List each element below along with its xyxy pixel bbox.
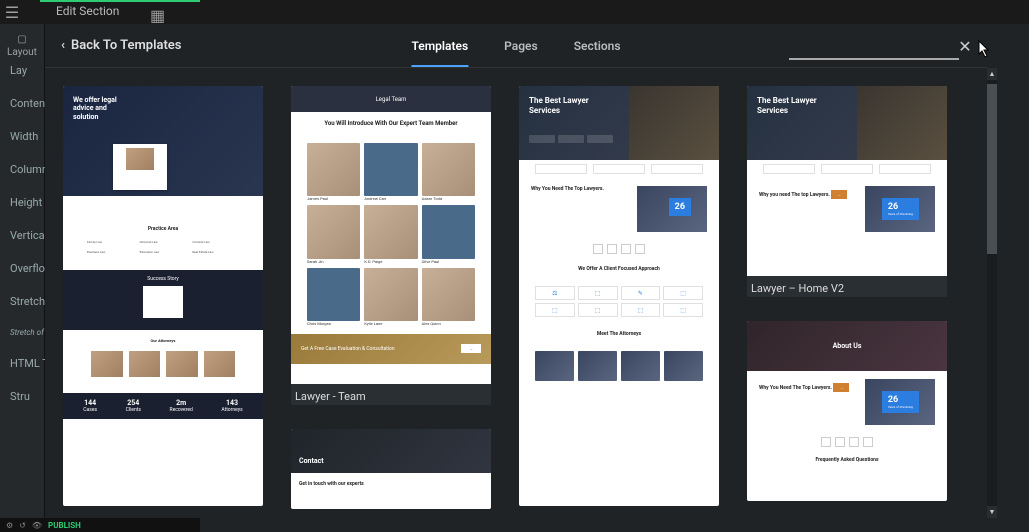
icon-grid: ⚖⬚✎⬚ ⬚⬚⬚⬚ — [519, 280, 719, 323]
stats-row: 144Cases 254Clients 2mRecovered 143Attor… — [63, 393, 263, 419]
panel-options: Lay Conten Width Column Height Vertica O… — [0, 54, 45, 413]
template-card-contact[interactable]: Contact Get in touch with our experts — [291, 429, 491, 509]
template-thumbnail: The Best Lawyer Services Why You Need Th… — [519, 86, 719, 506]
cta-button: → — [833, 383, 849, 392]
feature-card — [113, 144, 167, 190]
tab-templates[interactable]: Templates — [411, 25, 468, 67]
template-gallery[interactable]: We offer legal advice and solution Pract… — [45, 68, 987, 518]
scrollbar[interactable]: ▲ ▼ — [987, 68, 997, 518]
publish-button[interactable]: PUBLISH — [48, 521, 81, 530]
years-badge: 26Years of Practicing — [882, 391, 919, 413]
team-grid: James Paul Andrew Carr Adam Todd Sarah J… — [291, 135, 491, 334]
modal-tabs: Templates Pages Sections — [411, 25, 620, 67]
tab-sections[interactable]: Sections — [574, 25, 621, 67]
service-item: Personal Law — [140, 240, 187, 244]
panel-item[interactable]: Width — [0, 120, 45, 153]
template-label: Lawyer - Team — [291, 384, 491, 405]
panel-item[interactable]: Stru — [0, 380, 45, 413]
template-card-team[interactable]: Legal Team You Will Introduce With Our E… — [291, 86, 491, 405]
tab-pages[interactable]: Pages — [504, 25, 538, 67]
section-title: Success Story — [69, 276, 257, 282]
gallery-column: The Best Lawyer Services Why You Need Th… — [519, 86, 719, 506]
template-thumbnail: We offer legal advice and solution Pract… — [63, 86, 263, 506]
hero-title: The Best Lawyer Services — [757, 96, 837, 115]
why-block: Why You Need The Top Lawyers. → 26Years … — [747, 371, 947, 433]
service-item: Business Law — [87, 250, 134, 254]
scroll-up-icon[interactable]: ▲ — [987, 68, 997, 80]
panel-item[interactable]: Height — [0, 186, 45, 219]
bottom-bar: ⚙ ↺ 👁 PUBLISH — [0, 518, 200, 532]
eye-icon[interactable]: 👁 — [32, 521, 42, 530]
grid-icon[interactable]: ▦ — [150, 6, 165, 25]
sub-text: Get in touch with our experts — [291, 473, 491, 495]
faq-title: Frequently Asked Questions — [747, 451, 947, 469]
service-item: Criminal Law — [192, 240, 239, 244]
hamburger-icon[interactable]: ☰ — [0, 0, 24, 24]
gallery-column: The Best Lawyer Services Why you need Th… — [747, 86, 947, 501]
hero-title: Legal Team — [291, 86, 491, 112]
panel-item[interactable]: Column — [0, 153, 45, 186]
modal-header: ‹ Back To Templates Templates Pages Sect… — [45, 24, 987, 68]
service-item: Education Law — [140, 250, 187, 254]
template-thumbnail: The Best Lawyer Services Why you need Th… — [747, 86, 947, 276]
hero-title: Contact — [291, 429, 491, 473]
scroll-down-icon[interactable]: ▼ — [987, 506, 997, 518]
back-button[interactable]: ‹ Back To Templates — [45, 38, 198, 53]
panel-item[interactable]: Vertica — [0, 219, 45, 252]
gallery-column: We offer legal advice and solution Pract… — [63, 86, 263, 506]
years-badge: 26Years of Practicing — [882, 198, 919, 220]
gallery-column: Legal Team You Will Introduce With Our E… — [291, 86, 491, 509]
panel-item[interactable]: Conten — [0, 87, 45, 120]
intro-text: You Will Introduce With Our Expert Team … — [291, 112, 491, 135]
years-badge: 26 — [669, 198, 691, 216]
scrollbar-thumb[interactable] — [987, 84, 997, 254]
template-card-home-v2[interactable]: The Best Lawyer Services Why you need Th… — [747, 86, 947, 297]
hero-title: About Us — [747, 321, 947, 371]
close-icon: ✕ — [958, 37, 971, 56]
close-button[interactable]: ✕ — [953, 34, 977, 58]
panel-item[interactable]: HTML T — [0, 347, 45, 380]
template-thumbnail: About Us Why You Need The Top Lawyers. →… — [747, 321, 947, 501]
search-input[interactable] — [789, 58, 959, 60]
hero-title: The Best Lawyer Services — [529, 96, 609, 115]
panel-item[interactable]: Stretch — [0, 285, 45, 318]
template-card-home[interactable]: The Best Lawyer Services Why You Need Th… — [519, 86, 719, 506]
why-block: Why You Need The Top Lawyers. 26 — [519, 178, 719, 240]
history-icon[interactable]: ↺ — [19, 521, 26, 530]
template-label: Lawyer – Home V2 — [747, 276, 947, 297]
team-row — [519, 345, 719, 389]
app-top-bar: ☰ Edit Section ▦ — [0, 0, 1029, 24]
settings-icon[interactable]: ⚙ — [6, 521, 13, 530]
progress-bar — [40, 0, 200, 2]
template-card-about[interactable]: About Us Why You Need The Top Lawyers. →… — [747, 321, 947, 501]
panel-item[interactable]: Lay — [0, 54, 45, 87]
hero-title: We offer legal advice and solution — [73, 96, 133, 121]
back-label: Back To Templates — [71, 38, 181, 53]
service-item: Family Law — [87, 240, 134, 244]
panel-title: Edit Section — [56, 4, 119, 18]
section-title: Meet The Attorneys — [519, 323, 719, 345]
template-thumbnail: Contact Get in touch with our experts — [291, 429, 491, 509]
panel-item: Stretch of the p — [0, 318, 45, 347]
chevron-left-icon: ‹ — [61, 38, 65, 53]
cta-band: Get A Free Case Evaluation & Consultatio… — [291, 334, 491, 364]
template-thumbnail: Legal Team You Will Introduce With Our E… — [291, 86, 491, 384]
cta-button: → — [461, 344, 481, 353]
service-item: Real Estate Law — [192, 250, 239, 254]
panel-item[interactable]: Overflo — [0, 252, 45, 285]
section-title: We Offer A Client Focused Approach — [519, 258, 719, 280]
cta-button: → — [831, 190, 847, 199]
why-block: Why you need The top Lawyers. → 26Years … — [747, 178, 947, 240]
template-card[interactable]: We offer legal advice and solution Pract… — [63, 86, 263, 506]
layout-icon: ▢ — [17, 34, 26, 45]
